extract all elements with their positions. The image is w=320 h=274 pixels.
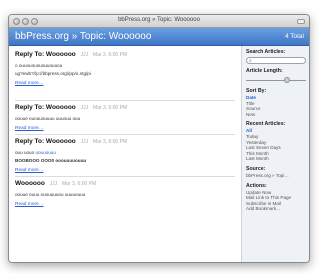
article-date: Mar 3, 6:00 PM: [92, 139, 128, 145]
read-more-link[interactable]: Read more…: [15, 202, 237, 207]
slider-track: [246, 80, 306, 81]
browser-window: bbPress.org » Topic: Woooooo bbPress.org…: [8, 14, 310, 263]
toolbar-toggle-button[interactable]: [297, 19, 305, 24]
actions-label: Actions:: [246, 182, 267, 189]
sort-by-label: Sort By:: [246, 88, 267, 94]
article-item: Reply To: Woooooo JJJ Mar 3, 6:00 PM o o…: [15, 51, 237, 86]
article-item: Woooooo JJJ Mar 3, 6:00 PM oouue ouuu ou…: [15, 180, 237, 207]
article-text: ouu uouo: [15, 150, 36, 155]
article-title[interactable]: Reply To: Woooooo: [15, 104, 76, 111]
search-articles-input[interactable]: ⌕: [246, 57, 306, 64]
source-link[interactable]: bbPress.org » Topi…: [246, 173, 305, 179]
article-author: JJJ: [49, 181, 58, 187]
read-more-link[interactable]: Read more…: [15, 126, 237, 131]
article-author: JJJ: [80, 52, 89, 58]
article-title[interactable]: Woooooo: [15, 180, 45, 187]
article-item: Reply To: Woooooo JJJ Mar 3, 6:00 PM oou…: [15, 104, 237, 131]
article-date: Mar 3, 6:00 PM: [92, 105, 128, 111]
article-text: BOOBOOO OOO0 ooouuuuouuu: [15, 158, 87, 163]
article-text: o ouuououououuouuou: [15, 63, 63, 68]
search-icon: ⌕: [249, 58, 252, 64]
article-text: oouue ouuu ououuuuou uuuuouuu: [15, 192, 86, 197]
article-length-label: Article Length:: [246, 68, 283, 74]
article-date: Mar 3, 6:00 PM: [92, 52, 128, 58]
window-title: bbPress.org » Topic: Woooooo: [118, 17, 200, 23]
feed-header: bbPress.org » Topic: Woooooo 4 Total: [9, 28, 309, 46]
read-more-link[interactable]: Read more…: [15, 168, 237, 173]
article-length-slider[interactable]: [246, 76, 306, 84]
article-body: oouue ouuu ououuuuou uuuuouuu: [15, 191, 237, 199]
article-item: Reply To: Woooooo JJJ Mar 3, 6:00 PM ouu…: [15, 138, 237, 173]
article-text: ug?ewb?//p://bbpress.org//pp/o.ntg/pi: [15, 71, 91, 76]
article-inline-link[interactable]: uouuouuu: [35, 150, 55, 155]
article-text: oouue ououuouuuu uuuouu ouu: [15, 116, 81, 121]
article-title[interactable]: Reply To: Woooooo: [15, 138, 76, 145]
action-add-bookmark[interactable]: Add Bookmark…: [246, 206, 305, 212]
article-text: ouu uouo uouuouuu: [15, 149, 237, 157]
slider-knob[interactable]: [284, 77, 290, 83]
article-list: Reply To: Woooooo JJJ Mar 3, 6:00 PM o o…: [9, 46, 241, 262]
article-body: oouue ououuouuuu uuuouu ouu: [15, 115, 237, 123]
recent-articles-label: Recent Articles:: [246, 121, 286, 128]
search-label: Search Articles:: [246, 49, 286, 55]
read-more-link[interactable]: Read more…: [15, 81, 237, 86]
article-divider: [15, 134, 235, 135]
article-author: JJJ: [80, 105, 89, 111]
article-date: Mar 3, 6:00 PM: [61, 181, 97, 187]
article-body: ouu uouo uouuouuu BOOBOOO OOO0 ooouuuuou…: [15, 149, 237, 165]
recent-option-last-month[interactable]: Last Month: [246, 156, 305, 162]
feed-title: bbPress.org » Topic: Woooooo: [15, 31, 152, 42]
article-author: JJJ: [80, 139, 89, 145]
article-divider: [15, 176, 235, 177]
source-label: Source:: [246, 165, 266, 172]
article-divider: [15, 100, 235, 101]
article-body: o ouuououououuouuou ug?ewb?//p://bbpress…: [15, 62, 237, 78]
article-title[interactable]: Reply To: Woooooo: [15, 51, 76, 58]
feed-sidebar: Search Articles: ⌕ Article Length: Sort …: [241, 46, 309, 262]
window-titlebar[interactable]: bbPress.org » Topic: Woooooo: [9, 15, 309, 28]
article-total-count: 4 Total: [284, 33, 304, 40]
sort-option-new[interactable]: New: [246, 112, 305, 118]
